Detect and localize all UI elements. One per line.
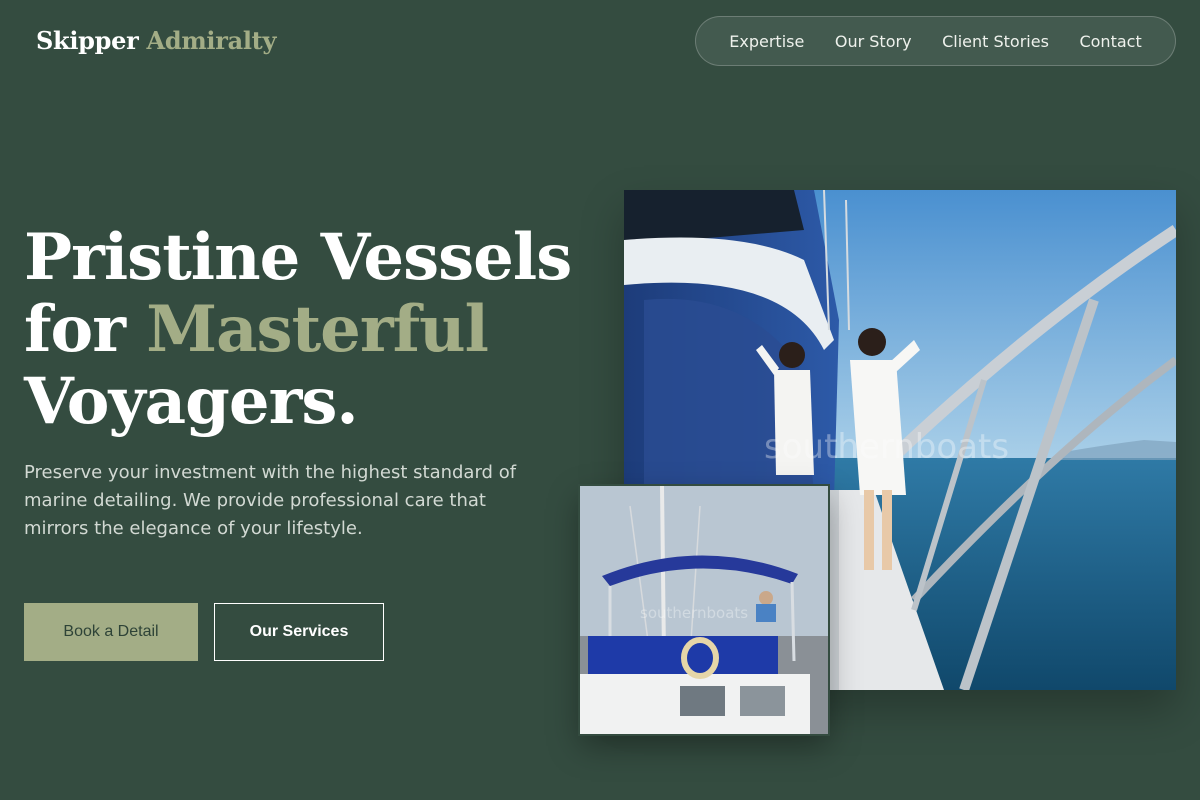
headline-line-1: Pristine Vessels: [24, 220, 572, 295]
svg-text:southernboats: southernboats: [640, 604, 748, 622]
book-detail-button[interactable]: Book a Detail: [24, 603, 198, 661]
hero-image-boat-dock: southernboats: [578, 484, 830, 736]
brand-name-accent: Admiralty: [146, 26, 277, 55]
nav-item-expertise[interactable]: Expertise: [729, 32, 804, 51]
nav-item-contact[interactable]: Contact: [1079, 32, 1141, 51]
nav-item-client-stories[interactable]: Client Stories: [942, 32, 1049, 51]
brand-logo[interactable]: Skipper Admiralty: [36, 26, 276, 55]
our-services-button[interactable]: Our Services: [214, 603, 384, 661]
main-nav: Expertise Our Story Client Stories Conta…: [695, 16, 1176, 66]
svg-text:southernboats: southernboats: [764, 427, 1009, 467]
headline-line-3: Voyagers.: [24, 364, 359, 439]
brand-name-primary: Skipper: [36, 26, 139, 55]
landing-page: Skipper Admiralty Expertise Our Story Cl…: [0, 0, 1200, 800]
boat-dock-photo: southernboats: [580, 486, 828, 734]
headline-line-2-prefix: for: [24, 292, 147, 367]
headline-accent-word: Masterful: [146, 292, 489, 367]
nav-item-our-story[interactable]: Our Story: [835, 32, 912, 51]
hero-headline: Pristine Vessels for Masterful Voyagers.: [24, 222, 584, 438]
hero-description: Preserve your investment with the highes…: [24, 462, 517, 539]
